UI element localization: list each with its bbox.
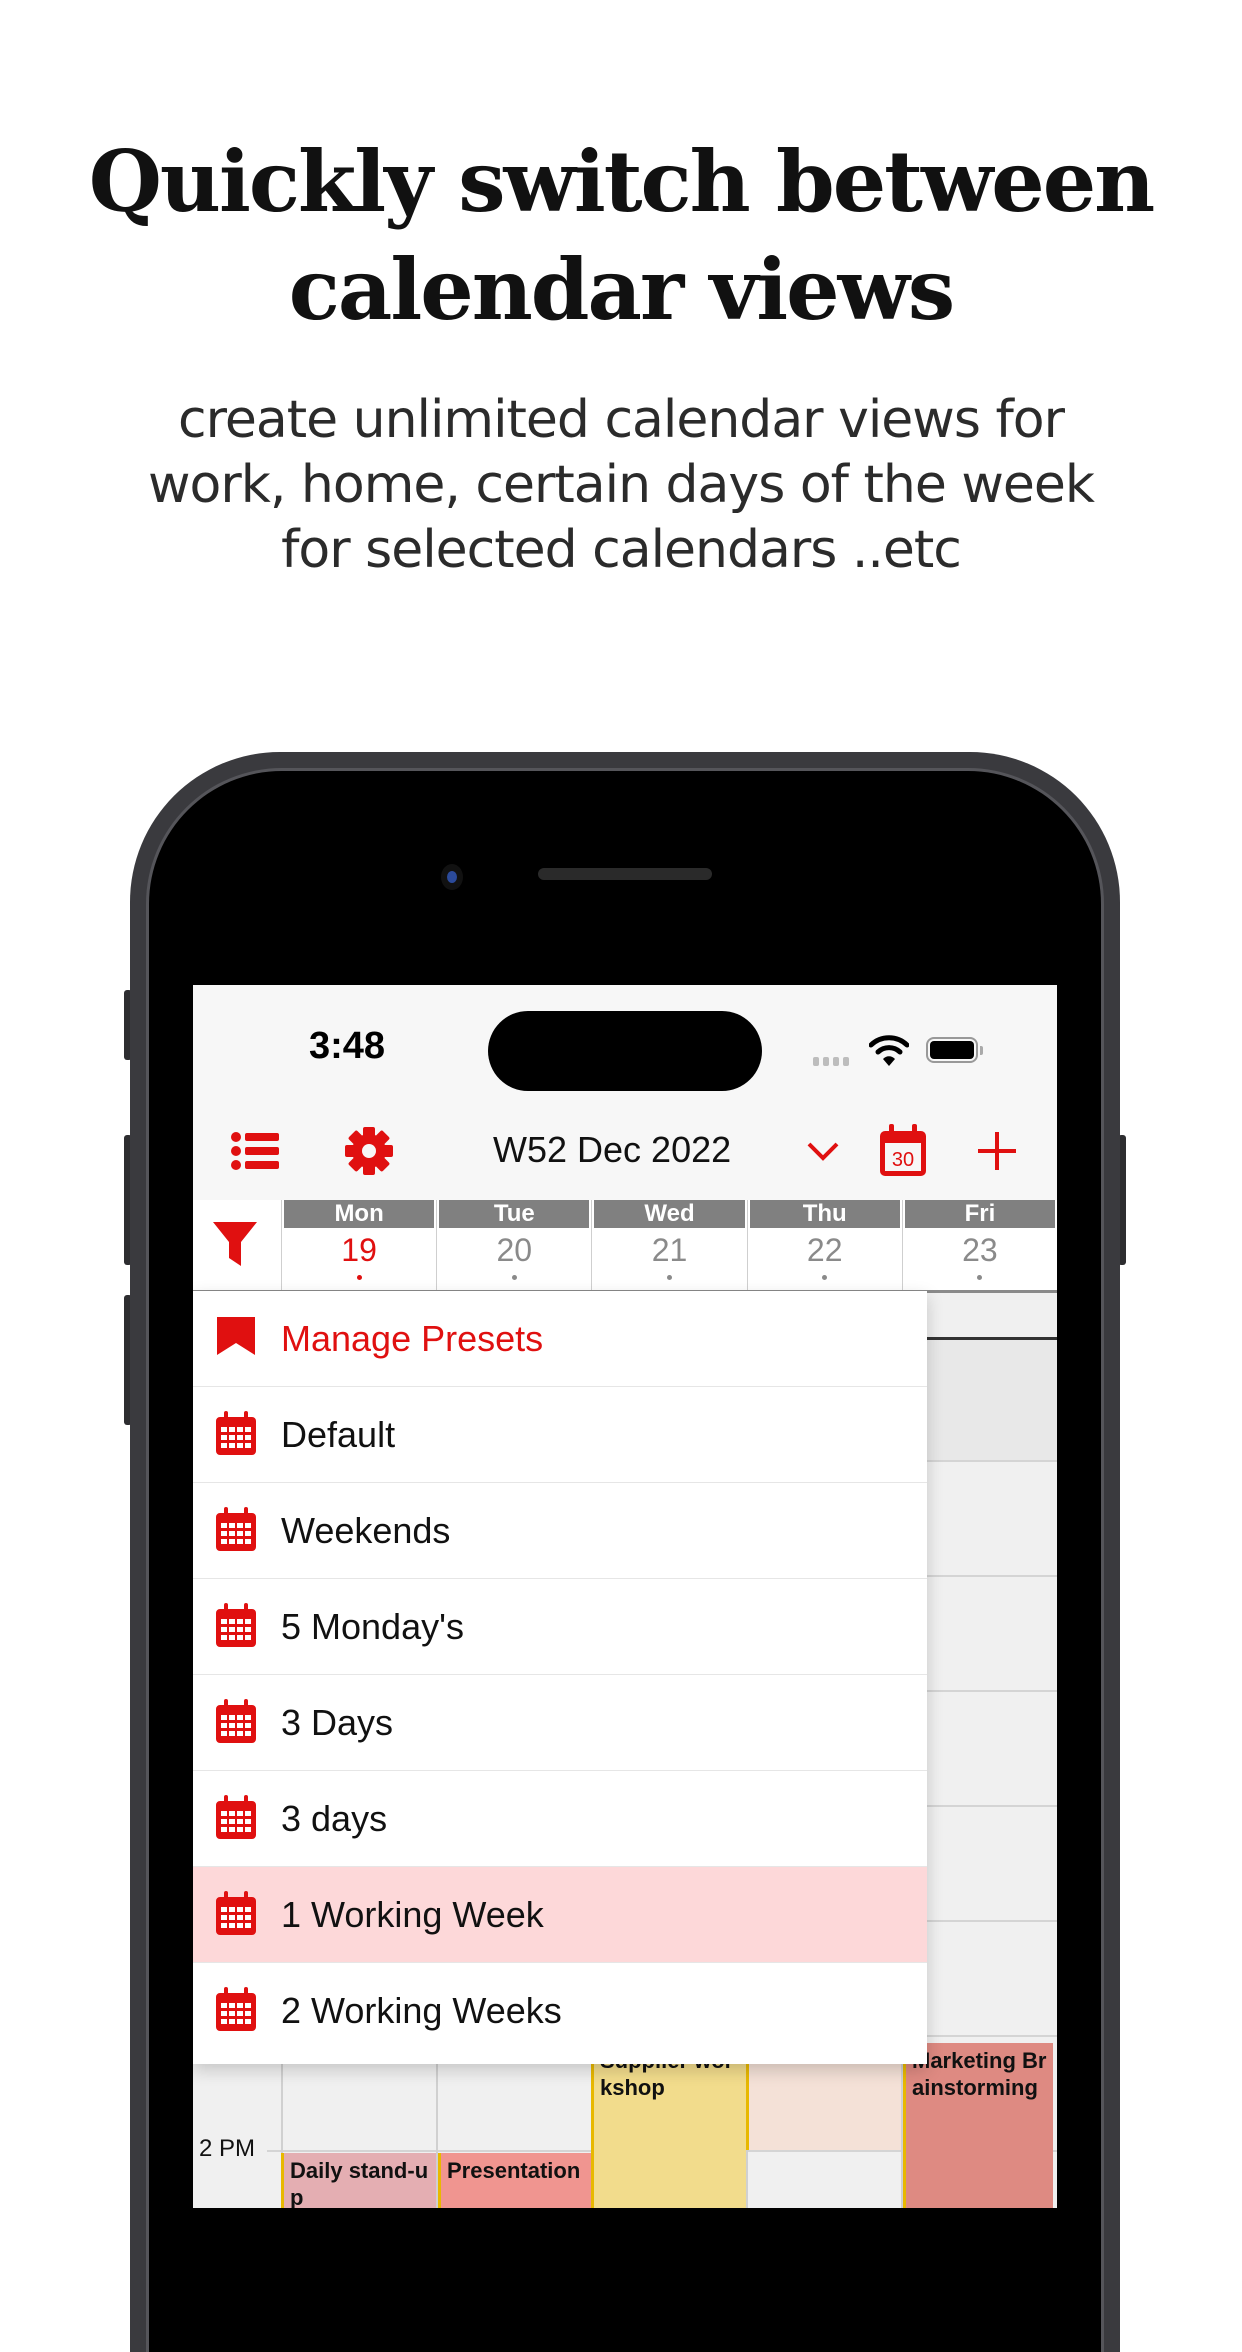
event-dot-icon: [667, 1275, 672, 1280]
event-daily-standup[interactable]: Daily stand-up: [281, 2153, 436, 2208]
menu-item-label: 1 Working Week: [281, 1893, 544, 1935]
day-header: Mon 19 Tue 20 Wed 21 Thu 22 Fri 23: [193, 1200, 1057, 1293]
settings-button[interactable]: [341, 1123, 397, 1179]
calendar-icon: [216, 1411, 256, 1455]
toolbar: W52 Dec 2022 30: [193, 1115, 1057, 1191]
app-screen: 3:48 W52 Dec 2022 30 Mon 19 Tue 20 Wed 2…: [193, 985, 1057, 2208]
menu-item-preset[interactable]: 2 Working Weeks: [193, 1963, 927, 2059]
day-column-header[interactable]: Wed 21: [591, 1200, 746, 1290]
list-icon: [231, 1132, 279, 1170]
subheadline: create unlimited calendar views for work…: [0, 388, 1242, 583]
headline-line-1: Quickly switch between: [88, 132, 1156, 231]
day-date: 20: [496, 1232, 533, 1268]
event-dot-icon: [977, 1275, 983, 1280]
hour-label: 2 PM: [199, 2135, 256, 2162]
chevron-down-icon: [807, 1142, 839, 1161]
week-title[interactable]: W52 Dec 2022: [493, 1129, 731, 1171]
status-time: 3:48: [309, 1025, 386, 1067]
menu-item-label: 2 Working Weeks: [281, 1990, 562, 2031]
event-dot-icon: [822, 1275, 828, 1280]
day-name: Tue: [439, 1200, 590, 1228]
calendar-icon: [216, 1699, 256, 1743]
today-button[interactable]: 30: [875, 1123, 931, 1179]
day-date: 22: [806, 1232, 843, 1268]
signal-icon: [813, 1057, 849, 1066]
earpiece-speaker: [538, 868, 712, 880]
menu-item-label: Manage Presets: [281, 1317, 544, 1359]
day-column-header[interactable]: Fri 23: [901, 1200, 1057, 1290]
event-dot-icon: [511, 1275, 517, 1280]
day-name: Thu: [749, 1200, 900, 1228]
calendar-icon: [216, 1507, 256, 1551]
bookmark-icon: [217, 1317, 255, 1355]
day-name: Fri: [904, 1200, 1056, 1228]
event-presentation[interactable]: Presentation: [438, 2153, 591, 2208]
subheadline-line-1: create unlimited calendar views for: [178, 390, 1065, 450]
day-column-header[interactable]: Mon 19: [281, 1200, 436, 1290]
filter-button[interactable]: [211, 1218, 259, 1270]
menu-item-preset[interactable]: Weekends: [193, 1483, 927, 1579]
event-marketing-brainstorming[interactable]: Marketing Brainstorming: [903, 2043, 1053, 2208]
day-date: 19: [341, 1232, 377, 1268]
subheadline-line-3: for selected calendars ..etc: [281, 520, 962, 580]
front-camera-icon: [441, 864, 463, 890]
headline: Quickly switch between calendar views: [0, 128, 1242, 344]
plus-icon: [978, 1132, 1016, 1170]
calendar-icon: [216, 1795, 256, 1839]
menu-item-manage-presets[interactable]: Manage Presets: [193, 1291, 927, 1387]
menu-item-preset[interactable]: 3 Days: [193, 1675, 927, 1771]
gear-icon: [345, 1127, 393, 1175]
filter-icon: [213, 1222, 257, 1266]
event-supplier-workshop[interactable]: Supplier workshop: [591, 2043, 746, 2208]
day-date: 21: [651, 1232, 688, 1268]
menu-item-preset-selected[interactable]: 1 Working Week: [193, 1867, 927, 1963]
menu-item-preset[interactable]: 3 days: [193, 1771, 927, 1867]
day-name: Mon: [284, 1200, 435, 1228]
wifi-icon: [869, 1035, 909, 1066]
calendar-today-icon: 30: [880, 1124, 926, 1176]
day-column-header[interactable]: Thu 22: [746, 1200, 902, 1290]
menu-item-label: 3 days: [281, 1797, 388, 1839]
list-button[interactable]: [227, 1123, 283, 1179]
menu-item-preset[interactable]: Default: [193, 1387, 927, 1483]
battery-icon: [926, 1037, 983, 1063]
menu-item-label: Weekends: [281, 1509, 451, 1551]
day-column-header[interactable]: Tue 20: [436, 1200, 591, 1290]
calendar-icon: [216, 1603, 256, 1647]
add-event-button[interactable]: [969, 1123, 1025, 1179]
event-dot-icon: [356, 1275, 362, 1280]
headline-line-2: calendar views: [288, 240, 955, 339]
calendar-icon: [216, 1891, 256, 1935]
dynamic-island: [488, 1011, 762, 1091]
week-picker-button[interactable]: [795, 1123, 851, 1179]
today-day-number: 30: [892, 1149, 914, 1171]
days-row: Mon 19 Tue 20 Wed 21 Thu 22 Fri 23: [281, 1200, 1057, 1290]
day-name: Wed: [594, 1200, 745, 1228]
menu-item-label: Default: [281, 1413, 396, 1455]
subheadline-line-2: work, home, certain days of the week: [148, 455, 1095, 515]
presets-menu: Manage Presets Default Weekends 5 Monday…: [193, 1291, 927, 2064]
menu-item-preset[interactable]: 5 Monday's: [193, 1579, 927, 1675]
calendar-icon: [216, 1987, 256, 2031]
menu-item-label: 5 Monday's: [281, 1605, 464, 1647]
day-date: 23: [962, 1232, 998, 1268]
menu-item-label: 3 Days: [281, 1701, 394, 1743]
